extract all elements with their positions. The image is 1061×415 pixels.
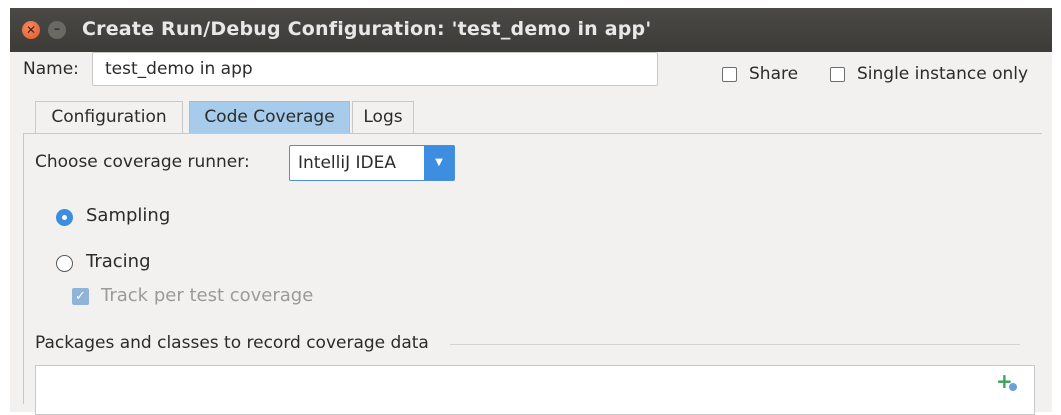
- single-instance-label: Single instance only: [857, 64, 1029, 84]
- sampling-radio[interactable]: [56, 209, 73, 226]
- name-field[interactable]: [92, 52, 658, 86]
- coverage-runner-select[interactable]: IntelliJ IDEA ▼: [289, 145, 455, 181]
- share-label: Share: [749, 64, 799, 84]
- chevron-down-icon[interactable]: ▼: [424, 146, 454, 180]
- coverage-runner-value: IntelliJ IDEA: [298, 153, 396, 173]
- packages-section-label: Packages and classes to record coverage …: [35, 333, 429, 353]
- tracing-label: Tracing: [86, 251, 151, 272]
- single-instance-checkbox[interactable]: [830, 67, 845, 82]
- section-divider: [450, 344, 1020, 345]
- sampling-label: Sampling: [86, 205, 171, 226]
- title-bar: ✕ – Create Run/Debug Configuration: 'tes…: [10, 8, 1052, 52]
- track-per-test-checkbox[interactable]: ✓: [72, 288, 89, 305]
- minimize-icon[interactable]: –: [48, 21, 66, 39]
- coverage-runner-label: Choose coverage runner:: [35, 152, 250, 172]
- add-class-icon[interactable]: +: [996, 370, 1020, 394]
- share-checkbox[interactable]: [722, 67, 737, 82]
- packages-list[interactable]: [35, 365, 1035, 415]
- window-title: Create Run/Debug Configuration: 'test_de…: [82, 18, 652, 40]
- coverage-panel: [23, 134, 1042, 404]
- tab-logs[interactable]: Logs: [352, 101, 414, 133]
- tab-configuration[interactable]: Configuration: [35, 101, 183, 133]
- close-icon[interactable]: ✕: [22, 21, 40, 39]
- tab-code-coverage[interactable]: Code Coverage: [189, 101, 350, 133]
- track-per-test-label: Track per test coverage: [101, 285, 314, 306]
- tracing-radio[interactable]: [56, 255, 73, 272]
- name-label: Name:: [23, 59, 79, 79]
